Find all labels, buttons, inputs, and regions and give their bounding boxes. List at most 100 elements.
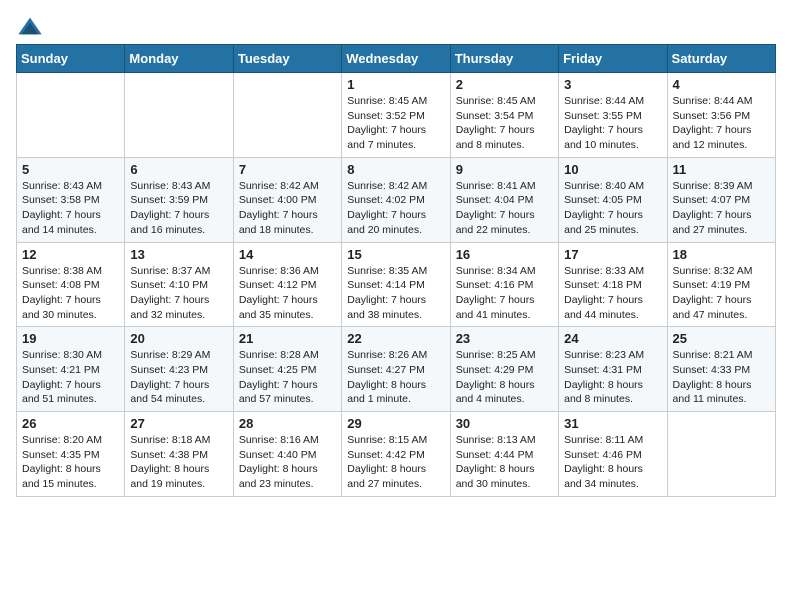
calendar-week-3: 12 Sunrise: 8:38 AM Sunset: 4:08 PM Dayli… <box>17 242 776 327</box>
col-header-wednesday: Wednesday <box>342 45 450 73</box>
calendar-cell: 25 Sunrise: 8:21 AM Sunset: 4:33 PM Dayli… <box>667 327 775 412</box>
day-number: 28 <box>239 416 336 431</box>
col-header-saturday: Saturday <box>667 45 775 73</box>
calendar-cell <box>233 73 341 158</box>
day-number: 2 <box>456 77 553 92</box>
day-number: 18 <box>673 247 770 262</box>
calendar-cell: 28Sunrise: 8:16 AM Sunset: 4:40 PM Dayli… <box>233 412 341 497</box>
calendar-cell <box>17 73 125 158</box>
day-info: Sunrise: 8:21 AM Sunset: 4:33 PM Dayligh… <box>673 348 770 407</box>
day-number: 14 <box>239 247 336 262</box>
day-info: Sunrise: 8:34 AM Sunset: 4:16 PM Dayligh… <box>456 264 553 323</box>
calendar-cell: 21 Sunrise: 8:28 AM Sunset: 4:25 PM Dayli… <box>233 327 341 412</box>
calendar-cell: 27Sunrise: 8:18 AM Sunset: 4:38 PM Dayli… <box>125 412 233 497</box>
calendar-cell: 1 Sunrise: 8:45 AM Sunset: 3:52 PM Daylig… <box>342 73 450 158</box>
calendar-cell: 17 Sunrise: 8:33 AM Sunset: 4:18 PM Dayli… <box>559 242 667 327</box>
day-info: Sunrise: 8:42 AM Sunset: 4:02 PM Dayligh… <box>347 179 444 238</box>
calendar-cell: 3 Sunrise: 8:44 AM Sunset: 3:55 PM Daylig… <box>559 73 667 158</box>
day-number: 7 <box>239 162 336 177</box>
day-number: 19 <box>22 331 119 346</box>
day-info: Sunrise: 8:42 AM Sunset: 4:00 PM Dayligh… <box>239 179 336 238</box>
day-info: Sunrise: 8:45 AM Sunset: 3:54 PM Dayligh… <box>456 94 553 153</box>
day-number: 12 <box>22 247 119 262</box>
calendar-cell: 19 Sunrise: 8:30 AM Sunset: 4:21 PM Dayli… <box>17 327 125 412</box>
day-number: 13 <box>130 247 227 262</box>
calendar-cell: 23 Sunrise: 8:25 AM Sunset: 4:29 PM Dayli… <box>450 327 558 412</box>
day-number: 30 <box>456 416 553 431</box>
day-number: 9 <box>456 162 553 177</box>
day-info: Sunrise: 8:44 AM Sunset: 3:56 PM Dayligh… <box>673 94 770 153</box>
day-number: 29 <box>347 416 444 431</box>
day-info: Sunrise: 8:36 AM Sunset: 4:12 PM Dayligh… <box>239 264 336 323</box>
col-header-thursday: Thursday <box>450 45 558 73</box>
calendar-cell: 10 Sunrise: 8:40 AM Sunset: 4:05 PM Dayli… <box>559 157 667 242</box>
day-info: Sunrise: 8:39 AM Sunset: 4:07 PM Dayligh… <box>673 179 770 238</box>
calendar-cell: 26 Sunrise: 8:20 AM Sunset: 4:35 PM Dayli… <box>17 412 125 497</box>
day-number: 4 <box>673 77 770 92</box>
day-info: Sunrise: 8:30 AM Sunset: 4:21 PM Dayligh… <box>22 348 119 407</box>
day-info: Sunrise: 8:32 AM Sunset: 4:19 PM Dayligh… <box>673 264 770 323</box>
day-info: Sunrise: 8:38 AM Sunset: 4:08 PM Dayligh… <box>22 264 119 323</box>
calendar-week-1: 1 Sunrise: 8:45 AM Sunset: 3:52 PM Daylig… <box>17 73 776 158</box>
calendar-cell: 31Sunrise: 8:11 AM Sunset: 4:46 PM Dayli… <box>559 412 667 497</box>
calendar-cell: 29 Sunrise: 8:15 AM Sunset: 4:42 PM Dayli… <box>342 412 450 497</box>
logo <box>16 16 48 36</box>
calendar-cell: 22 Sunrise: 8:26 AM Sunset: 4:27 PM Dayli… <box>342 327 450 412</box>
calendar-week-4: 19 Sunrise: 8:30 AM Sunset: 4:21 PM Dayli… <box>17 327 776 412</box>
calendar-week-2: 5 Sunrise: 8:43 AM Sunset: 3:58 PM Daylig… <box>17 157 776 242</box>
day-number: 15 <box>347 247 444 262</box>
day-info: Sunrise: 8:43 AM Sunset: 3:58 PM Dayligh… <box>22 179 119 238</box>
calendar-cell: 16 Sunrise: 8:34 AM Sunset: 4:16 PM Dayli… <box>450 242 558 327</box>
calendar-cell: 7 Sunrise: 8:42 AM Sunset: 4:00 PM Daylig… <box>233 157 341 242</box>
calendar-cell: 8Sunrise: 8:42 AM Sunset: 4:02 PM Daylig… <box>342 157 450 242</box>
calendar-cell: 11 Sunrise: 8:39 AM Sunset: 4:07 PM Dayli… <box>667 157 775 242</box>
day-number: 17 <box>564 247 661 262</box>
calendar-cell: 20Sunrise: 8:29 AM Sunset: 4:23 PM Dayli… <box>125 327 233 412</box>
calendar-cell: 13 Sunrise: 8:37 AM Sunset: 4:10 PM Dayli… <box>125 242 233 327</box>
day-info: Sunrise: 8:37 AM Sunset: 4:10 PM Dayligh… <box>130 264 227 323</box>
page-header <box>16 16 776 36</box>
calendar-cell: 24 Sunrise: 8:23 AM Sunset: 4:31 PM Dayli… <box>559 327 667 412</box>
calendar-cell: 4 Sunrise: 8:44 AM Sunset: 3:56 PM Daylig… <box>667 73 775 158</box>
day-number: 23 <box>456 331 553 346</box>
day-info: Sunrise: 8:40 AM Sunset: 4:05 PM Dayligh… <box>564 179 661 238</box>
calendar-week-5: 26 Sunrise: 8:20 AM Sunset: 4:35 PM Dayli… <box>17 412 776 497</box>
calendar-cell <box>125 73 233 158</box>
day-number: 27 <box>130 416 227 431</box>
day-info: Sunrise: 8:11 AM Sunset: 4:46 PM Dayligh… <box>564 433 661 492</box>
day-number: 3 <box>564 77 661 92</box>
day-number: 16 <box>456 247 553 262</box>
logo-icon <box>16 16 44 36</box>
calendar-table: SundayMondayTuesdayWednesdayThursdayFrid… <box>16 44 776 497</box>
calendar-cell: 18 Sunrise: 8:32 AM Sunset: 4:19 PM Dayli… <box>667 242 775 327</box>
day-info: Sunrise: 8:41 AM Sunset: 4:04 PM Dayligh… <box>456 179 553 238</box>
col-header-sunday: Sunday <box>17 45 125 73</box>
day-number: 1 <box>347 77 444 92</box>
day-number: 21 <box>239 331 336 346</box>
calendar-cell: 6 Sunrise: 8:43 AM Sunset: 3:59 PM Daylig… <box>125 157 233 242</box>
day-info: Sunrise: 8:25 AM Sunset: 4:29 PM Dayligh… <box>456 348 553 407</box>
day-number: 22 <box>347 331 444 346</box>
calendar-cell: 5 Sunrise: 8:43 AM Sunset: 3:58 PM Daylig… <box>17 157 125 242</box>
day-info: Sunrise: 8:26 AM Sunset: 4:27 PM Dayligh… <box>347 348 444 407</box>
day-info: Sunrise: 8:20 AM Sunset: 4:35 PM Dayligh… <box>22 433 119 492</box>
day-info: Sunrise: 8:35 AM Sunset: 4:14 PM Dayligh… <box>347 264 444 323</box>
calendar-cell: 9 Sunrise: 8:41 AM Sunset: 4:04 PM Daylig… <box>450 157 558 242</box>
calendar-cell: 15 Sunrise: 8:35 AM Sunset: 4:14 PM Dayli… <box>342 242 450 327</box>
day-info: Sunrise: 8:33 AM Sunset: 4:18 PM Dayligh… <box>564 264 661 323</box>
day-info: Sunrise: 8:23 AM Sunset: 4:31 PM Dayligh… <box>564 348 661 407</box>
day-number: 25 <box>673 331 770 346</box>
day-number: 6 <box>130 162 227 177</box>
day-info: Sunrise: 8:43 AM Sunset: 3:59 PM Dayligh… <box>130 179 227 238</box>
day-number: 10 <box>564 162 661 177</box>
day-number: 26 <box>22 416 119 431</box>
day-info: Sunrise: 8:28 AM Sunset: 4:25 PM Dayligh… <box>239 348 336 407</box>
day-number: 24 <box>564 331 661 346</box>
day-info: Sunrise: 8:45 AM Sunset: 3:52 PM Dayligh… <box>347 94 444 153</box>
day-number: 5 <box>22 162 119 177</box>
day-info: Sunrise: 8:44 AM Sunset: 3:55 PM Dayligh… <box>564 94 661 153</box>
day-number: 11 <box>673 162 770 177</box>
day-info: Sunrise: 8:15 AM Sunset: 4:42 PM Dayligh… <box>347 433 444 492</box>
col-header-monday: Monday <box>125 45 233 73</box>
day-number: 20 <box>130 331 227 346</box>
